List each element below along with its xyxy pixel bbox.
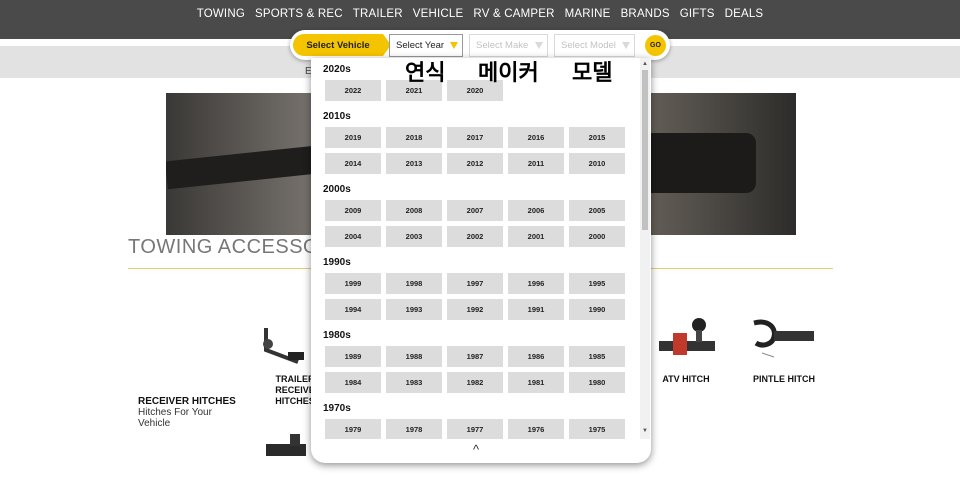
year-option-button[interactable]: 2012 <box>447 153 503 174</box>
year-option-button[interactable]: 2001 <box>508 226 564 247</box>
year-option-button[interactable]: 1999 <box>325 273 381 294</box>
collapse-button[interactable]: ^ <box>473 442 479 457</box>
decade-heading: 2020s <box>323 64 351 75</box>
year-option-button[interactable]: 1994 <box>325 299 381 320</box>
decade-heading: 2010s <box>323 111 351 122</box>
year-option-button[interactable]: 1989 <box>325 346 381 367</box>
nav-towing[interactable]: TOWING <box>197 8 245 20</box>
pintle-hitch-label[interactable]: PINTLE HITCH <box>748 374 820 385</box>
year-option-button[interactable]: 1978 <box>386 419 442 439</box>
atv-hitch-label[interactable]: ATV HITCH <box>656 374 716 385</box>
select-vehicle-label: Select Vehicle <box>293 34 391 56</box>
year-option-button[interactable]: 2018 <box>386 127 442 148</box>
annotation-model: 모델 <box>572 61 613 86</box>
year-option-button[interactable]: 2010 <box>569 153 625 174</box>
nav-trailer[interactable]: TRAILER <box>353 8 403 20</box>
year-option-button[interactable]: 1984 <box>325 372 381 393</box>
year-option-button[interactable]: 2009 <box>325 200 381 221</box>
chevron-down-icon <box>622 42 630 49</box>
year-option-button[interactable]: 1993 <box>386 299 442 320</box>
year-option-button[interactable]: 1992 <box>447 299 503 320</box>
decade-heading: 1990s <box>323 257 351 268</box>
nav-vehicle[interactable]: VEHICLE <box>413 8 464 20</box>
year-option-button[interactable]: 2004 <box>325 226 381 247</box>
hitch-bar-shape <box>166 144 328 190</box>
section-title: TOWING ACCESSO <box>128 236 320 258</box>
nav-marine[interactable]: MARINE <box>565 8 611 20</box>
atv-hitch-icon[interactable] <box>655 315 720 370</box>
year-dropdown-panel: 2020s 2022 2021 2020 2010s 2019 2018 2017 2016 20… <box>311 58 651 463</box>
year-option-button[interactable]: 1990 <box>569 299 625 320</box>
year-option-button[interactable]: 2011 <box>508 153 564 174</box>
annotation-year: 연식 <box>405 61 446 86</box>
year-option-button[interactable]: 2008 <box>386 200 442 221</box>
year-option-button[interactable]: 1986 <box>508 346 564 367</box>
year-option-button[interactable]: 1983 <box>386 372 442 393</box>
go-button[interactable]: GO <box>645 35 666 56</box>
receiver-hitches-subtitle: Hitches For Your Vehicle <box>138 407 212 429</box>
year-option-button[interactable]: 1995 <box>569 273 625 294</box>
year-option-button[interactable]: 2019 <box>325 127 381 148</box>
year-list: 2020s 2022 2021 2020 2010s 2019 2018 2017 2016 20… <box>311 58 651 439</box>
receiver-hitches-title[interactable]: RECEIVER HITCHES <box>138 396 236 407</box>
year-option-button[interactable]: 1991 <box>508 299 564 320</box>
year-option-button[interactable]: 2015 <box>569 127 625 148</box>
nav-gifts[interactable]: GIFTS <box>680 8 715 20</box>
year-option-button[interactable]: 1981 <box>508 372 564 393</box>
year-option-button[interactable]: 1980 <box>569 372 625 393</box>
nav-deals[interactable]: DEALS <box>725 8 764 20</box>
select-make-dropdown[interactable]: Select Make <box>469 34 548 57</box>
year-option-button[interactable]: 2006 <box>508 200 564 221</box>
year-option-button[interactable]: 2016 <box>508 127 564 148</box>
hitch-mount-icon[interactable] <box>262 432 312 470</box>
select-make-value: Select Make <box>476 40 529 51</box>
year-option-button[interactable]: 1997 <box>447 273 503 294</box>
year-option-button[interactable]: 2003 <box>386 226 442 247</box>
year-option-button[interactable]: 1982 <box>447 372 503 393</box>
year-option-button[interactable]: 2005 <box>569 200 625 221</box>
scrollbar-thumb[interactable] <box>642 70 648 230</box>
year-option-button[interactable]: 2014 <box>325 153 381 174</box>
decade-heading: 1980s <box>323 330 351 341</box>
year-option-button[interactable]: 2017 <box>447 127 503 148</box>
select-model-dropdown[interactable]: Select Model <box>554 34 635 57</box>
annotation-make: 메이커 <box>478 61 539 86</box>
year-option-button[interactable]: 2000 <box>569 226 625 247</box>
year-option-button[interactable]: 2013 <box>386 153 442 174</box>
scroll-down-arrow-icon[interactable]: ▼ <box>642 428 648 434</box>
nav-sports-rec[interactable]: SPORTS & REC <box>255 8 343 20</box>
chevron-down-icon <box>535 42 543 49</box>
year-option-button[interactable]: 2007 <box>447 200 503 221</box>
nav-brands[interactable]: BRANDS <box>621 8 670 20</box>
year-option-button[interactable]: 2002 <box>447 226 503 247</box>
year-option-button[interactable]: 1977 <box>447 419 503 439</box>
nav-rv-camper[interactable]: RV & CAMPER <box>473 8 554 20</box>
chevron-down-icon <box>450 42 458 49</box>
select-year-value: Select Year <box>396 40 445 51</box>
scroll-up-arrow-icon[interactable]: ▲ <box>642 61 648 67</box>
trailer-hitch-icon[interactable] <box>258 322 308 367</box>
decade-heading: 2000s <box>323 184 351 195</box>
year-option-button[interactable]: 1988 <box>386 346 442 367</box>
year-option-button[interactable]: 1976 <box>508 419 564 439</box>
pintle-hitch-icon[interactable] <box>748 315 818 370</box>
year-option-button[interactable]: 2022 <box>325 80 381 101</box>
year-option-button[interactable]: 1987 <box>447 346 503 367</box>
year-option-button[interactable]: 1975 <box>569 419 625 439</box>
year-option-button[interactable]: 1998 <box>386 273 442 294</box>
year-option-button[interactable]: 1985 <box>569 346 625 367</box>
select-model-value: Select Model <box>561 40 616 51</box>
year-option-button[interactable]: 1996 <box>508 273 564 294</box>
year-option-button[interactable]: 1979 <box>325 419 381 439</box>
select-year-dropdown[interactable]: Select Year <box>389 34 463 57</box>
decade-heading: 1970s <box>323 403 351 414</box>
